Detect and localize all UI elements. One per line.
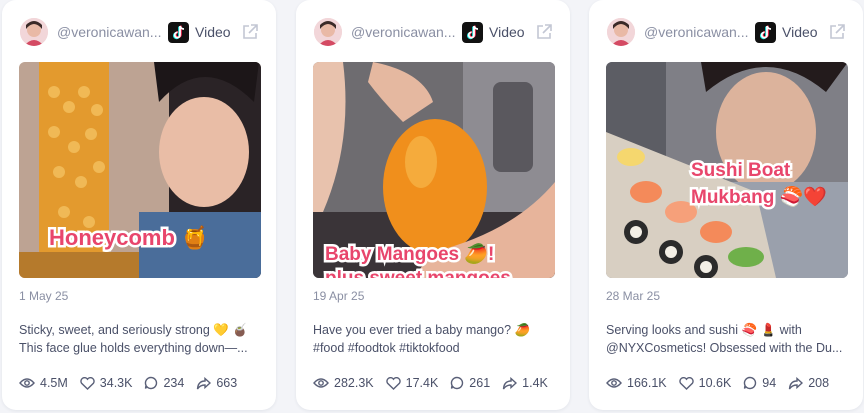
shares-stat: 1.4K xyxy=(502,376,548,390)
share-icon xyxy=(502,376,518,389)
video-thumbnail[interactable]: Honeycomb 🍯 xyxy=(19,62,261,278)
video-card-2[interactable]: @veronicawan... Video Baby Mangoes 🥭! pl… xyxy=(296,0,570,410)
tiktok-icon xyxy=(462,21,483,43)
post-date: 1 May 25 xyxy=(19,289,69,303)
heart-icon xyxy=(385,376,401,390)
external-link-icon[interactable] xyxy=(827,22,847,42)
external-link-icon[interactable] xyxy=(240,22,260,42)
likes-count: 10.6K xyxy=(698,376,732,390)
card-header: @veronicawan... Video xyxy=(314,16,554,48)
content-type-label: Video xyxy=(195,24,231,40)
comments-stat: 261 xyxy=(450,376,490,390)
views-count: 166.1K xyxy=(627,376,667,390)
eye-icon xyxy=(313,378,329,388)
post-caption: Have you ever tried a baby mango? 🥭 #foo… xyxy=(313,321,557,357)
overlay-caption: Baby Mangoes 🥭! xyxy=(325,242,494,265)
heart-icon xyxy=(678,376,694,390)
card-header: @veronicawan... Video xyxy=(607,16,847,48)
caption-line: #food #foodtok #tiktokfood xyxy=(313,341,460,355)
share-icon xyxy=(789,376,804,389)
share-icon xyxy=(197,376,212,389)
comments-count: 234 xyxy=(163,376,185,390)
shares-stat: 208 xyxy=(788,376,829,390)
likes-stat: 10.6K xyxy=(678,376,732,390)
author-handle[interactable]: @veronicawan... xyxy=(351,24,457,40)
comments-stat: 94 xyxy=(743,376,776,390)
heart-icon xyxy=(80,376,95,390)
avatar[interactable] xyxy=(607,18,635,46)
caption-line: This face glue holds everything down—... xyxy=(19,341,248,355)
overlay-caption: plus sweet mangoes xyxy=(325,268,511,278)
post-caption: Sticky, sweet, and seriously strong 💛 🧉 … xyxy=(19,321,263,357)
engagement-stats: 166.1K 10.6K 94 208 xyxy=(606,376,853,390)
comments-stat: 234 xyxy=(144,376,184,390)
views-stat: 4.5M xyxy=(19,376,68,390)
comments-count: 94 xyxy=(762,376,777,390)
external-link-icon[interactable] xyxy=(534,22,554,42)
author-handle[interactable]: @veronicawan... xyxy=(644,24,750,40)
eye-icon xyxy=(606,378,622,388)
video-card-1[interactable]: @veronicawan... Video Honeycomb 🍯 1 May … xyxy=(2,0,276,410)
likes-count: 17.4K xyxy=(405,376,439,390)
likes-stat: 34.3K xyxy=(80,376,133,390)
likes-stat: 17.4K xyxy=(385,376,439,390)
post-caption: Serving looks and sushi 🍣 💄 with @NYXCos… xyxy=(606,321,850,357)
views-stat: 166.1K xyxy=(606,376,667,390)
comments-count: 261 xyxy=(469,376,491,390)
comment-icon xyxy=(451,376,464,390)
caption-line: Have you ever tried a baby mango? 🥭 xyxy=(313,323,531,337)
shares-count: 208 xyxy=(808,376,830,390)
comment-icon xyxy=(744,376,757,390)
content-type-label: Video xyxy=(782,24,818,40)
engagement-stats: 4.5M 34.3K 234 663 xyxy=(19,376,266,390)
comment-icon xyxy=(145,376,158,390)
likes-count: 34.3K xyxy=(99,376,133,390)
caption-line: Sticky, sweet, and seriously strong 💛 🧉 xyxy=(19,323,248,337)
shares-count: 663 xyxy=(216,376,238,390)
content-type-label: Video xyxy=(489,24,525,40)
caption-line: Serving looks and sushi 🍣 💄 with xyxy=(606,323,802,337)
views-stat: 282.3K xyxy=(313,376,374,390)
caption-line: @NYXCosmetics! Obsessed with the Du... xyxy=(606,341,843,355)
views-count: 4.5M xyxy=(40,376,68,390)
card-header: @veronicawan... Video xyxy=(20,16,260,48)
overlay-caption: Sushi Boat xyxy=(691,160,791,181)
tiktok-icon xyxy=(755,21,776,43)
avatar[interactable] xyxy=(20,18,48,46)
author-handle[interactable]: @veronicawan... xyxy=(57,24,163,40)
overlay-caption: Honeycomb 🍯 xyxy=(49,225,208,250)
overlay-caption: Mukbang 🍣❤️ xyxy=(691,185,827,208)
engagement-stats: 282.3K 17.4K 261 1.4K xyxy=(313,376,560,390)
shares-count: 1.4K xyxy=(522,376,548,390)
shares-stat: 663 xyxy=(196,376,237,390)
video-card-3[interactable]: @veronicawan... Video Sushi Boat Mukbang… xyxy=(589,0,863,410)
post-date: 28 Mar 25 xyxy=(606,289,661,303)
video-thumbnail[interactable]: Baby Mangoes 🥭! plus sweet mangoes xyxy=(313,62,555,278)
eye-icon xyxy=(19,378,35,388)
tiktok-icon xyxy=(168,21,189,43)
avatar[interactable] xyxy=(314,18,342,46)
post-date: 19 Apr 25 xyxy=(313,289,365,303)
video-thumbnail[interactable]: Sushi Boat Mukbang 🍣❤️ xyxy=(606,62,848,278)
views-count: 282.3K xyxy=(334,376,374,390)
